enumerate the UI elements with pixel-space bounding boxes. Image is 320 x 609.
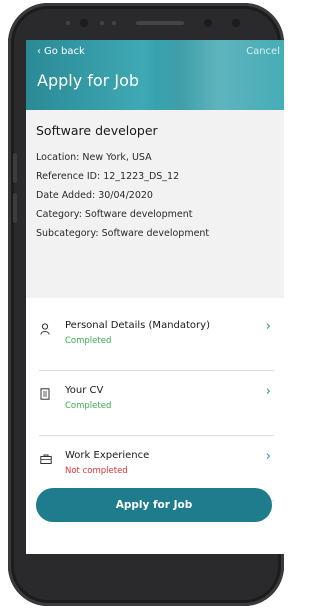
page-title: Apply for Job: [37, 71, 140, 90]
job-date-added: Date Added: 30/04/2020: [36, 190, 153, 201]
section-title: Personal Details (Mandatory): [65, 320, 210, 331]
job-location: Location: New York, USA: [36, 152, 152, 163]
volume-up-button: [13, 153, 17, 183]
app-screen: ‹ Go back Cancel Apply for Job Software d…: [26, 40, 284, 554]
go-back-label: Go back: [44, 46, 85, 57]
cancel-link[interactable]: Cancel: [246, 46, 280, 57]
job-category: Category: Software development: [36, 209, 193, 220]
document-icon: [40, 388, 50, 400]
section-your-cv[interactable]: Your CV Completed ›: [26, 371, 284, 432]
phone-bottom-bezel: [26, 554, 284, 606]
job-title: Software developer: [36, 123, 158, 138]
go-back-link[interactable]: ‹ Go back: [37, 46, 85, 57]
briefcase-icon: [40, 454, 52, 464]
section-title: Your CV: [65, 385, 104, 396]
sensor-dot: [232, 19, 240, 27]
front-camera: [80, 19, 88, 27]
volume-down-button: [13, 193, 17, 223]
phone-top-bar: [8, 12, 284, 36]
apply-for-job-button[interactable]: Apply for Job: [36, 488, 272, 522]
person-icon: [40, 323, 50, 335]
chevron-right-icon: ›: [265, 384, 271, 399]
sensor-dot: [100, 21, 104, 25]
chevron-right-icon: ›: [265, 449, 271, 464]
job-reference-id: Reference ID: 12_1223_DS_12: [36, 171, 180, 182]
sensor-dot: [112, 21, 116, 25]
section-status: Completed: [65, 336, 112, 346]
section-status: Not completed: [65, 466, 128, 476]
sensor-dot: [66, 21, 70, 25]
sensor-dot: [204, 19, 212, 27]
section-title: Work Experience: [65, 450, 150, 461]
chevron-right-icon: ›: [265, 319, 271, 334]
app-header: ‹ Go back Cancel Apply for Job: [26, 40, 284, 110]
chevron-left-icon: ‹: [37, 46, 41, 57]
section-status: Completed: [65, 401, 112, 411]
section-personal-details[interactable]: Personal Details (Mandatory) Completed ›: [26, 306, 284, 367]
speaker-grill: [136, 21, 184, 25]
job-summary-card: Software developer Location: New York, U…: [26, 110, 284, 298]
job-subcategory: Subcategory: Software development: [36, 228, 210, 239]
